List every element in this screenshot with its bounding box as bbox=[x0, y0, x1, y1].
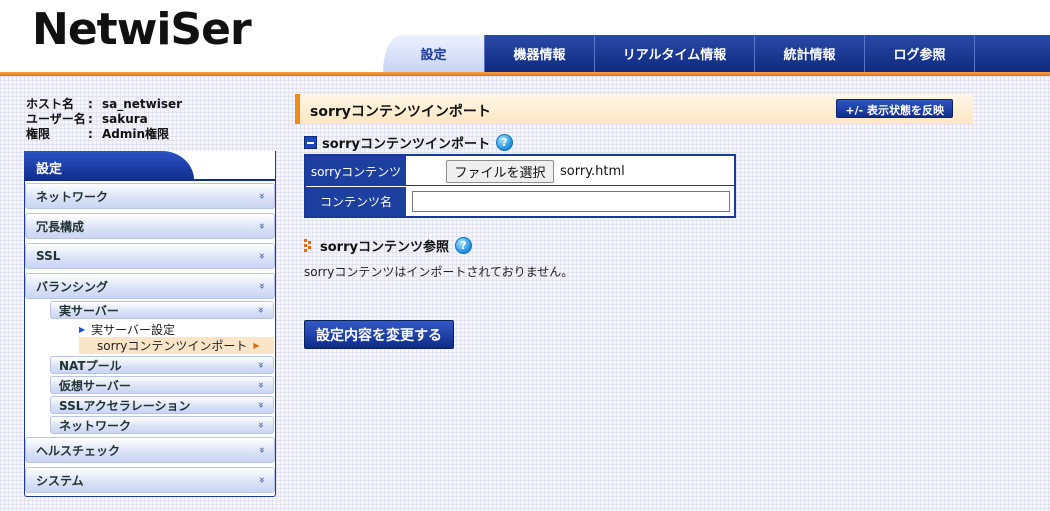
sidebar-item-system[interactable]: システム » bbox=[25, 467, 275, 493]
user-label: ユーザー名 bbox=[26, 112, 86, 126]
host-value: sa_netwiser bbox=[102, 97, 183, 111]
sidebar-item-ssl-acceleration[interactable]: SSLアクセラレーション » bbox=[50, 396, 274, 414]
sidebar-item-label: 仮想サーバー bbox=[59, 378, 131, 393]
apply-settings-button[interactable]: 設定内容を変更する bbox=[304, 320, 454, 349]
netwiser-logo: NetwiSer bbox=[32, 4, 252, 55]
sidebar-title-line bbox=[24, 179, 276, 181]
tab-device-info[interactable]: 機器情報 bbox=[484, 35, 594, 72]
role-value: Admin権限 bbox=[102, 127, 170, 141]
toggle-display-state-button[interactable]: +/- 表示状態を反映 bbox=[836, 99, 953, 118]
sidebar-item-sub-network[interactable]: ネットワーク » bbox=[50, 416, 274, 434]
sidebar-item-label: 冗長構成 bbox=[36, 219, 85, 234]
host-label: ホスト名 bbox=[26, 97, 75, 111]
section-import-header: sorryコンテンツインポート ? bbox=[304, 133, 513, 152]
dotted-bullet-icon bbox=[304, 238, 314, 253]
tab-settings[interactable]: 設定 bbox=[383, 35, 484, 72]
form-row-sorry-content: sorryコンテンツ ファイルを選択 sorry.html bbox=[306, 156, 734, 186]
sidebar-item-label: バランシング bbox=[36, 279, 109, 294]
help-icon[interactable]: ? bbox=[454, 237, 472, 254]
tab-log-view[interactable]: ログ参照 bbox=[864, 35, 974, 72]
chevron-down-icon: » bbox=[254, 361, 266, 369]
nav-filler bbox=[974, 35, 1050, 72]
sidebar-item-real-server[interactable]: 実サーバー » bbox=[50, 301, 274, 319]
sidebar-item-virtual-server[interactable]: 仮想サーバー » bbox=[50, 376, 274, 394]
help-icon[interactable]: ? bbox=[495, 134, 513, 151]
sidebar: 設定 ネットワーク » 冗長構成 » SSL » バランシング » 実サーバー … bbox=[24, 151, 276, 497]
role-row: 権限 : Admin権限 bbox=[26, 127, 266, 142]
sidebar-item-label: ネットワーク bbox=[36, 189, 109, 204]
form-row-content-name: コンテンツ名 bbox=[306, 187, 734, 216]
section-view-header: sorryコンテンツ参照 ? bbox=[304, 236, 472, 255]
sidebar-link-label: 実サーバー設定 bbox=[91, 322, 176, 337]
sidebar-item-balancing[interactable]: バランシング » bbox=[25, 273, 275, 299]
sidebar-item-ssl[interactable]: SSL » bbox=[25, 243, 275, 269]
page-title: sorryコンテンツインポート bbox=[310, 104, 491, 120]
sidebar-item-label: SSLアクセラレーション bbox=[59, 398, 191, 413]
section-title: sorryコンテンツインポート bbox=[322, 137, 490, 152]
chevron-down-icon: » bbox=[254, 401, 266, 409]
header-divider bbox=[0, 72, 1050, 76]
no-import-message: sorryコンテンツはインポートされておりません。 bbox=[304, 265, 574, 279]
page-title-bar: sorryコンテンツインポート +/- 表示状態を反映 bbox=[295, 94, 973, 124]
chevron-down-icon: » bbox=[255, 282, 267, 290]
chevron-down-icon: » bbox=[255, 476, 267, 484]
chevron-down-icon: » bbox=[254, 306, 266, 314]
sidebar-link-sorry-import[interactable]: sorryコンテンツインポート ▶ bbox=[79, 337, 274, 354]
sidebar-item-label: NATプール bbox=[59, 358, 122, 373]
choose-file-button[interactable]: ファイルを選択 bbox=[446, 160, 554, 183]
sidebar-item-network[interactable]: ネットワーク » bbox=[25, 183, 275, 209]
sidebar-link-label: sorryコンテンツインポート bbox=[97, 339, 248, 353]
section-title: sorryコンテンツ参照 bbox=[320, 240, 449, 255]
collapse-icon[interactable] bbox=[304, 136, 317, 149]
selected-file-name: sorry.html bbox=[560, 164, 625, 179]
main-nav: 設定 機器情報 リアルタイム情報 統計情報 ログ参照 bbox=[383, 35, 1050, 72]
tab-realtime-info[interactable]: リアルタイム情報 bbox=[594, 35, 754, 72]
sidebar-title: 設定 bbox=[24, 151, 194, 180]
chevron-down-icon: » bbox=[254, 421, 266, 429]
user-info: ホスト名 : sa_netwiser ユーザー名 : sakura 権限 : A… bbox=[26, 97, 266, 142]
content-name-input[interactable] bbox=[412, 191, 730, 212]
user-sep: : bbox=[88, 112, 93, 126]
user-row: ユーザー名 : sakura bbox=[26, 112, 266, 127]
chevron-down-icon: » bbox=[254, 381, 266, 389]
user-value: sakura bbox=[102, 112, 148, 126]
triangle-right-icon: ▶ bbox=[253, 341, 260, 350]
sidebar-item-label: 実サーバー bbox=[59, 303, 119, 318]
import-form: sorryコンテンツ ファイルを選択 sorry.html コンテンツ名 bbox=[304, 154, 736, 218]
host-sep: : bbox=[88, 97, 93, 111]
chevron-down-icon: » bbox=[255, 222, 267, 230]
sorry-content-label: sorryコンテンツ bbox=[306, 156, 406, 186]
sidebar-item-redundancy[interactable]: 冗長構成 » bbox=[25, 213, 275, 239]
triangle-right-icon: ▶ bbox=[79, 324, 86, 334]
sidebar-link-real-server-settings[interactable]: ▶ 実サーバー設定 bbox=[79, 321, 175, 337]
sidebar-item-health-check[interactable]: ヘルスチェック » bbox=[25, 437, 275, 463]
sidebar-item-nat-pool[interactable]: NATプール » bbox=[50, 356, 274, 374]
chevron-down-icon: » bbox=[255, 192, 267, 200]
host-row: ホスト名 : sa_netwiser bbox=[26, 97, 266, 112]
chevron-down-icon: » bbox=[255, 252, 267, 260]
chevron-down-icon: » bbox=[255, 446, 267, 454]
role-label: 権限 bbox=[26, 127, 51, 141]
sidebar-item-label: ネットワーク bbox=[59, 418, 132, 433]
sidebar-item-label: ヘルスチェック bbox=[36, 443, 121, 458]
header: NetwiSer 設定 機器情報 リアルタイム情報 統計情報 ログ参照 bbox=[0, 0, 1050, 72]
sidebar-item-label: システム bbox=[36, 473, 84, 488]
tab-statistics[interactable]: 統計情報 bbox=[754, 35, 864, 72]
role-sep: : bbox=[88, 127, 93, 141]
sidebar-item-label: SSL bbox=[36, 249, 61, 263]
content-name-label: コンテンツ名 bbox=[306, 187, 406, 216]
